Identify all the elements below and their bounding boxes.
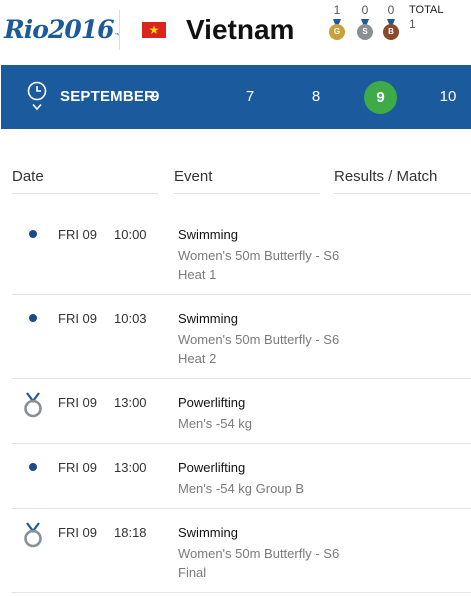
day-8-button[interactable]: 8 xyxy=(299,88,333,105)
divider xyxy=(119,10,120,50)
total-medals: TOTAL 1 xyxy=(409,3,443,31)
dot-icon xyxy=(29,314,37,322)
column-header-results[interactable]: Results / Match xyxy=(334,168,437,185)
row-day: FRI 09 xyxy=(58,525,98,540)
bronze-medal-icon: B xyxy=(383,19,399,40)
row-event[interactable]: Women's 50m Butterfly - S6 Heat 2 xyxy=(178,330,348,368)
row-event[interactable]: Men's -54 kg Group B xyxy=(178,479,348,498)
table-row[interactable]: FRI 09 13:00 Powerlifting Men's -54 kg xyxy=(12,380,471,444)
medal-icon xyxy=(24,522,42,548)
total-label: TOTAL xyxy=(409,4,444,16)
row-time: 10:03 xyxy=(114,311,147,326)
row-time: 18:18 xyxy=(114,525,147,540)
row-time: 13:00 xyxy=(114,460,147,475)
total-value: 1 xyxy=(409,17,416,31)
row-day: FRI 09 xyxy=(58,227,98,242)
row-time: 10:00 xyxy=(114,227,147,242)
row-day: FRI 09 xyxy=(58,311,98,326)
row-sport[interactable]: Powerlifting xyxy=(178,460,245,475)
table-row[interactable]: FRI 09 18:18 Swimming Women's 50m Butter… xyxy=(12,510,471,593)
current-date-day: 9 xyxy=(151,88,160,105)
row-event[interactable]: Men's -54 kg xyxy=(178,414,348,433)
date-selector-bar: SEPTEMBER 9 7 8 9 10 xyxy=(1,65,471,129)
clock-icon[interactable] xyxy=(27,81,47,101)
month-label[interactable]: SEPTEMBER xyxy=(60,88,155,105)
column-header-date[interactable]: Date xyxy=(12,168,44,185)
vietnam-flag-icon: ★ xyxy=(142,22,166,38)
row-event[interactable]: Women's 50m Butterfly - S6 Heat 1 xyxy=(178,246,348,284)
gold-medal-count: 1 G xyxy=(326,3,348,40)
medal-icon xyxy=(24,392,42,418)
gold-medal-icon: G xyxy=(329,19,345,40)
column-header-underline xyxy=(12,193,158,194)
silver-medal-icon: S xyxy=(357,19,373,40)
silver-medal-count: 0 S xyxy=(354,3,376,40)
row-sport[interactable]: Swimming xyxy=(178,525,238,540)
table-row[interactable]: FRI 09 13:00 Powerlifting Men's -54 kg G… xyxy=(12,445,471,509)
bronze-medal-count: 0 B xyxy=(380,3,402,40)
table-row[interactable]: FRI 09 10:03 Swimming Women's 50m Butter… xyxy=(12,296,471,379)
table-row[interactable]: FRI 09 10:00 Swimming Women's 50m Butter… xyxy=(12,212,471,295)
row-time: 13:00 xyxy=(114,395,147,410)
gold-count: 1 xyxy=(333,3,341,17)
day-9-button-selected[interactable]: 9 xyxy=(364,81,397,114)
rio2016-logo[interactable]: Rio2016 ™ xyxy=(4,12,121,46)
bronze-count: 0 xyxy=(387,3,395,17)
header: Rio2016 ™ ★ Vietnam 1 G 0 S 0 B TOTAL 1 xyxy=(0,0,471,60)
row-day: FRI 09 xyxy=(58,460,98,475)
dot-icon xyxy=(29,230,37,238)
day-10-button[interactable]: 10 xyxy=(431,88,465,105)
country-name: Vietnam xyxy=(186,14,295,45)
column-header-underline xyxy=(174,193,320,194)
column-header-event[interactable]: Event xyxy=(174,168,212,185)
row-sport[interactable]: Swimming xyxy=(178,311,238,326)
row-sport[interactable]: Swimming xyxy=(178,227,238,242)
column-header-underline xyxy=(334,193,471,194)
silver-count: 0 xyxy=(361,3,369,17)
row-event[interactable]: Women's 50m Butterfly - S6 Final xyxy=(178,544,348,582)
chevron-down-icon[interactable] xyxy=(32,103,42,111)
row-day: FRI 09 xyxy=(58,395,98,410)
logo-text: Rio2016 xyxy=(4,14,115,44)
dot-icon xyxy=(29,463,37,471)
day-7-button[interactable]: 7 xyxy=(233,88,267,105)
row-sport[interactable]: Powerlifting xyxy=(178,395,245,410)
